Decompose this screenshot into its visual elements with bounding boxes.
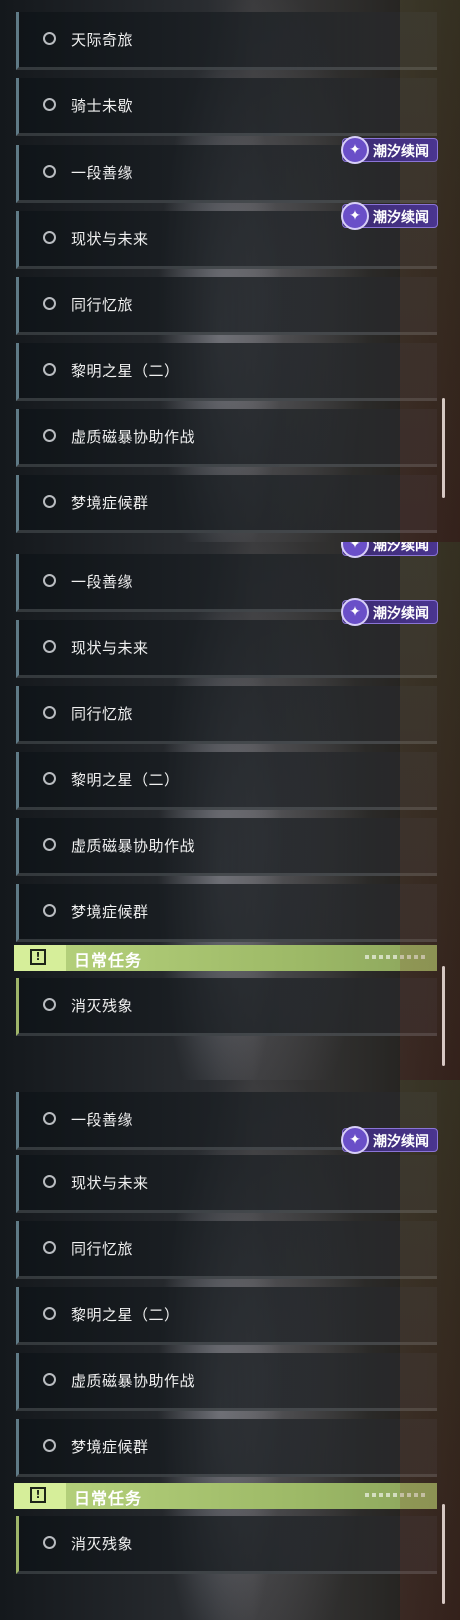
quest-item[interactable]: 梦境症候群 (16, 884, 437, 942)
circle-icon (43, 772, 56, 785)
alert-box-icon: ! (14, 945, 66, 971)
quest-label: 同行忆旅 (71, 296, 134, 314)
quest-item[interactable]: 同行忆旅 (16, 1221, 437, 1279)
quest-label: 梦境症候群 (71, 494, 149, 512)
quest-label: 现状与未来 (71, 230, 149, 248)
quest-item[interactable]: 黎明之星（二） (16, 1287, 437, 1345)
circle-icon (43, 495, 56, 508)
circle-icon (43, 231, 56, 244)
daily-quest-header[interactable]: ! 日常任务 (14, 1483, 437, 1509)
tide-badge: ✦ 潮汐续闻 (341, 202, 438, 230)
quest-label: 现状与未来 (71, 639, 149, 657)
quest-item[interactable]: 现状与未来 (16, 620, 437, 678)
quest-item[interactable]: 同行忆旅 (16, 277, 437, 335)
quest-label: 同行忆旅 (71, 1240, 134, 1258)
circle-icon (43, 1175, 56, 1188)
quest-label: 同行忆旅 (71, 705, 134, 723)
scrollbar[interactable] (442, 398, 445, 498)
quest-label: 消灭残象 (71, 997, 134, 1015)
header-decoration (365, 1493, 425, 1497)
quest-label: 一段善缘 (71, 573, 134, 591)
circle-icon (43, 32, 56, 45)
circle-icon (43, 165, 56, 178)
tide-badge-icon: ✦ (341, 542, 369, 558)
quest-item[interactable]: 同行忆旅 (16, 686, 437, 744)
quest-list-panel-3: 一段善缘 ✦ 潮汐续闻 现状与未来 同行忆旅 黎明之星（二） 虚质磁暴协助作战 梦… (0, 1080, 460, 1620)
quest-label: 虚质磁暴协助作战 (71, 428, 196, 446)
circle-icon (43, 1536, 56, 1549)
tide-badge: ✦ 潮汐续闻 (341, 598, 438, 626)
quest-label: 一段善缘 (71, 164, 134, 182)
alert-box-icon: ! (14, 1483, 66, 1509)
circle-icon (43, 98, 56, 111)
daily-header-title: 日常任务 (74, 951, 143, 970)
daily-quest-item[interactable]: 消灭残象 (16, 1516, 437, 1574)
circle-icon (43, 1112, 56, 1125)
quest-item[interactable]: 虚质磁暴协助作战 (16, 818, 437, 876)
quest-label: 梦境症候群 (71, 1438, 149, 1456)
tide-badge-icon: ✦ (341, 136, 369, 164)
header-decoration (365, 955, 425, 959)
circle-icon (43, 363, 56, 376)
circle-icon (43, 640, 56, 653)
quest-label: 黎明之星（二） (71, 362, 180, 380)
quest-label: 消灭残象 (71, 1535, 134, 1553)
scrollbar[interactable] (442, 1504, 445, 1604)
badge-label: 潮汐续闻 (373, 606, 429, 622)
circle-icon (43, 429, 56, 442)
circle-icon (43, 1307, 56, 1320)
circle-icon (43, 706, 56, 719)
circle-icon (43, 297, 56, 310)
circle-icon (43, 574, 56, 587)
circle-icon (43, 904, 56, 917)
circle-icon (43, 998, 56, 1011)
quest-item[interactable]: 虚质磁暴协助作战 (16, 1353, 437, 1411)
quest-item[interactable]: 现状与未来 (16, 1155, 437, 1213)
circle-icon (43, 1439, 56, 1452)
quest-label: 虚质磁暴协助作战 (71, 837, 196, 855)
tide-badge: ✦ 潮汐续闻 (341, 542, 438, 558)
badge-label: 潮汐续闻 (373, 210, 429, 226)
tide-badge-icon: ✦ (341, 202, 369, 230)
quest-label: 一段善缘 (71, 1111, 134, 1129)
tide-badge-icon: ✦ (341, 598, 369, 626)
quest-label: 黎明之星（二） (71, 1306, 180, 1324)
circle-icon (43, 838, 56, 851)
scrollbar[interactable] (442, 966, 445, 1066)
quest-item[interactable]: 骑士未歇 (16, 78, 437, 136)
quest-list-panel-2: ✦ 潮汐续闻 一段善缘 ✦ 潮汐续闻 现状与未来 同行忆旅 黎明之星（二） 虚质磁暴… (0, 542, 460, 1080)
daily-quest-item[interactable]: 消灭残象 (16, 978, 437, 1036)
quest-item[interactable]: 梦境症候群 (16, 1419, 437, 1477)
daily-header-title: 日常任务 (74, 1489, 143, 1508)
tide-badge: ✦ 潮汐续闻 (341, 136, 438, 164)
quest-label: 天际奇旅 (71, 31, 134, 49)
quest-label: 现状与未来 (71, 1174, 149, 1192)
badge-label: 潮汐续闻 (373, 542, 429, 554)
quest-item[interactable]: 梦境症候群 (16, 475, 437, 533)
quest-list-panel-1: 天际奇旅 骑士未歇 ✦ 潮汐续闻 一段善缘 ✦ 潮汐续闻 现状与未来 同行忆旅 黎明… (0, 0, 460, 542)
quest-label: 虚质磁暴协助作战 (71, 1372, 196, 1390)
quest-item[interactable]: 黎明之星（二） (16, 343, 437, 401)
tide-badge-icon: ✦ (341, 1126, 369, 1154)
daily-quest-header[interactable]: ! 日常任务 (14, 945, 437, 971)
circle-icon (43, 1373, 56, 1386)
quest-item[interactable]: 黎明之星（二） (16, 752, 437, 810)
quest-label: 骑士未歇 (71, 97, 134, 115)
circle-icon (43, 1241, 56, 1254)
quest-label: 梦境症候群 (71, 903, 149, 921)
tide-badge: ✦ 潮汐续闻 (341, 1126, 438, 1154)
badge-label: 潮汐续闻 (373, 144, 429, 160)
quest-item[interactable]: 天际奇旅 (16, 12, 437, 70)
quest-item[interactable]: 虚质磁暴协助作战 (16, 409, 437, 467)
badge-label: 潮汐续闻 (373, 1134, 429, 1150)
quest-label: 黎明之星（二） (71, 771, 180, 789)
